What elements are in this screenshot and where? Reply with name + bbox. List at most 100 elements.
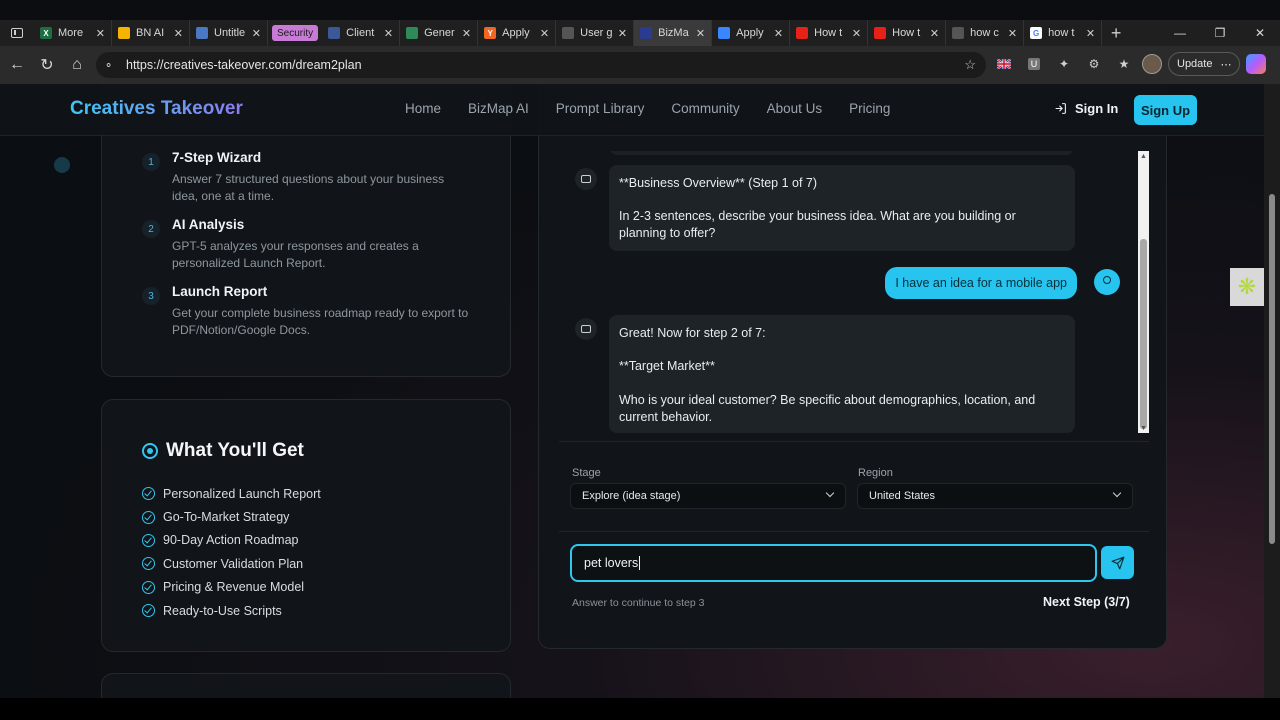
minimize-icon[interactable]: — — [1160, 20, 1200, 46]
nav-community[interactable]: Community — [671, 101, 739, 116]
answer-input-value: pet lovers — [584, 556, 639, 570]
browser-tab[interactable]: X More ✕ — [34, 20, 112, 46]
home-icon[interactable]: ⌂ — [62, 50, 92, 80]
step-item: 2 AI Analysis GPT-5 analyzes your respon… — [142, 217, 472, 272]
browser-tab[interactable]: BizMa ✕ — [634, 20, 713, 46]
flag-extension-icon[interactable] — [992, 52, 1016, 76]
next-step-button[interactable]: Next Step (3/7) — [1043, 595, 1130, 609]
tab-title: Untitle — [214, 27, 246, 39]
chevron-down-icon — [825, 488, 835, 498]
back-icon[interactable]: ← — [2, 50, 32, 80]
step-title: 7-Step Wizard — [172, 150, 262, 165]
browser-tab[interactable]: How t ✕ — [868, 20, 947, 46]
benefit-item: Ready-to-Use Scripts — [142, 599, 321, 622]
bizmap-icon — [640, 27, 653, 39]
close-tab-icon[interactable]: ✕ — [540, 27, 549, 40]
step-item: 3 Launch Report Get your complete busine… — [142, 284, 472, 339]
tab-list: X More ✕ BN AI ✕ Untitle ✕ Security Client ✕ Gener… — [34, 20, 1103, 46]
bot-message: Great! Now for step 2 of 7: **Target Mar… — [609, 315, 1075, 433]
browser-tab[interactable]: Y Apply ✕ — [478, 20, 557, 46]
feedback-widget-icon[interactable]: ❋ — [1230, 268, 1264, 306]
browser-tab[interactable]: Client ✕ — [322, 20, 401, 46]
browser-tab[interactable]: How t ✕ — [790, 20, 869, 46]
nav-home[interactable]: Home — [405, 101, 441, 116]
openai-icon — [562, 27, 575, 39]
chat-scroll-thumb[interactable] — [1140, 239, 1147, 429]
close-tab-icon[interactable]: ✕ — [96, 27, 105, 40]
benefits-list: Personalized Launch Report Go-To-Market … — [142, 482, 321, 622]
browser-tab[interactable]: Untitle ✕ — [190, 20, 268, 46]
stage-select[interactable]: Explore (idea stage) — [570, 483, 846, 509]
scroll-up-icon[interactable]: ▲ — [1140, 153, 1147, 160]
favorite-star-icon[interactable]: ☆ — [964, 57, 976, 73]
bottom-bar — [0, 698, 1280, 720]
tab-title: How t — [814, 27, 843, 39]
close-tab-icon[interactable]: ✕ — [384, 27, 393, 40]
sign-up-button[interactable]: Sign Up — [1134, 95, 1197, 125]
address-bar[interactable]: ⚬ https://creatives-takeover.com/dream2p… — [96, 52, 986, 78]
copilot-icon[interactable] — [1246, 54, 1267, 74]
site-info-icon[interactable]: ⚬ — [104, 59, 120, 72]
chat-messages[interactable]: **Business Overview** (Step 1 of 7) In 2… — [559, 151, 1149, 433]
nav-pricing[interactable]: Pricing — [849, 101, 890, 116]
close-window-icon[interactable]: ✕ — [1240, 20, 1280, 46]
tab-actions-icon[interactable] — [0, 20, 34, 46]
chat-panel: **Business Overview** (Step 1 of 7) In 2… — [538, 84, 1167, 649]
user-icon — [1094, 269, 1120, 295]
close-tab-icon[interactable]: ✕ — [1008, 27, 1017, 40]
profile-avatar[interactable] — [1142, 54, 1162, 74]
shield-icon — [328, 27, 341, 39]
close-tab-icon[interactable]: ✕ — [852, 27, 861, 40]
ublock-extension-icon[interactable]: U — [1022, 52, 1046, 76]
tab-group-security[interactable]: Security — [272, 25, 319, 41]
tab-title: More — [58, 27, 84, 39]
close-tab-icon[interactable]: ✕ — [462, 27, 471, 40]
close-tab-icon[interactable]: ✕ — [252, 27, 261, 40]
performance-icon[interactable]: ⚙ — [1082, 52, 1106, 76]
excel-icon: X — [40, 27, 52, 39]
url-text[interactable]: https://creatives-takeover.com/dream2pla… — [126, 58, 362, 72]
benefit-label: 90-Day Action Roadmap — [163, 533, 299, 548]
tab-title: Apply — [736, 27, 764, 39]
brand-logo[interactable]: Creatives Takeover — [70, 98, 243, 120]
youtube-icon — [874, 27, 887, 39]
nav-prompt-library[interactable]: Prompt Library — [556, 101, 645, 116]
tab-title: How t — [892, 27, 921, 39]
browser-tab[interactable]: Gener ✕ — [400, 20, 479, 46]
nav-bizmap-ai[interactable]: BizMap AI — [468, 101, 529, 116]
answer-input[interactable]: pet lovers — [570, 544, 1097, 582]
close-tab-icon[interactable]: ✕ — [1086, 27, 1095, 40]
region-select[interactable]: United States — [857, 483, 1133, 509]
update-button[interactable]: Update ⋯ — [1168, 52, 1241, 76]
browser-tab[interactable]: BN AI ✕ — [112, 20, 190, 46]
scroll-down-icon[interactable]: ▼ — [1140, 425, 1147, 432]
previous-message-bubble — [609, 151, 1074, 155]
favorites-icon[interactable]: ★ — [1112, 52, 1136, 76]
close-tab-icon[interactable]: ✕ — [774, 27, 783, 40]
text-caret — [639, 556, 641, 570]
close-tab-icon[interactable]: ✕ — [930, 27, 939, 40]
ycombinator-icon: Y — [484, 27, 497, 39]
browser-tab[interactable]: Apply ✕ — [712, 20, 791, 46]
sign-in-button[interactable]: Sign In — [1054, 101, 1118, 116]
close-tab-icon[interactable]: ✕ — [618, 27, 627, 40]
browser-tab[interactable]: how c ✕ — [946, 20, 1025, 46]
reload-icon[interactable]: ↻ — [32, 50, 62, 80]
page-scroll-thumb[interactable] — [1269, 194, 1275, 544]
page-viewport: 1 7-Step Wizard Answer 7 structured ques… — [0, 84, 1264, 698]
login-icon — [1055, 103, 1066, 114]
browser-tab[interactable]: User g ✕ — [556, 20, 635, 46]
new-tab-button[interactable]: + — [1102, 23, 1130, 44]
close-tab-icon[interactable]: ✕ — [696, 27, 705, 40]
restore-icon[interactable]: ❐ — [1200, 20, 1240, 46]
check-circle-icon — [142, 557, 155, 571]
nav-about-us[interactable]: About Us — [767, 101, 823, 116]
chat-scrollbar[interactable]: ▲ ▼ — [1138, 151, 1149, 433]
update-label: Update — [1177, 58, 1213, 70]
close-tab-icon[interactable]: ✕ — [174, 27, 183, 40]
send-button[interactable] — [1101, 546, 1134, 579]
page-scrollbar[interactable] — [1264, 84, 1280, 698]
browser-tab[interactable]: Ghow t ✕ — [1024, 20, 1103, 46]
extensions-puzzle-icon[interactable]: ✦ — [1052, 52, 1076, 76]
docs-icon — [196, 27, 208, 39]
